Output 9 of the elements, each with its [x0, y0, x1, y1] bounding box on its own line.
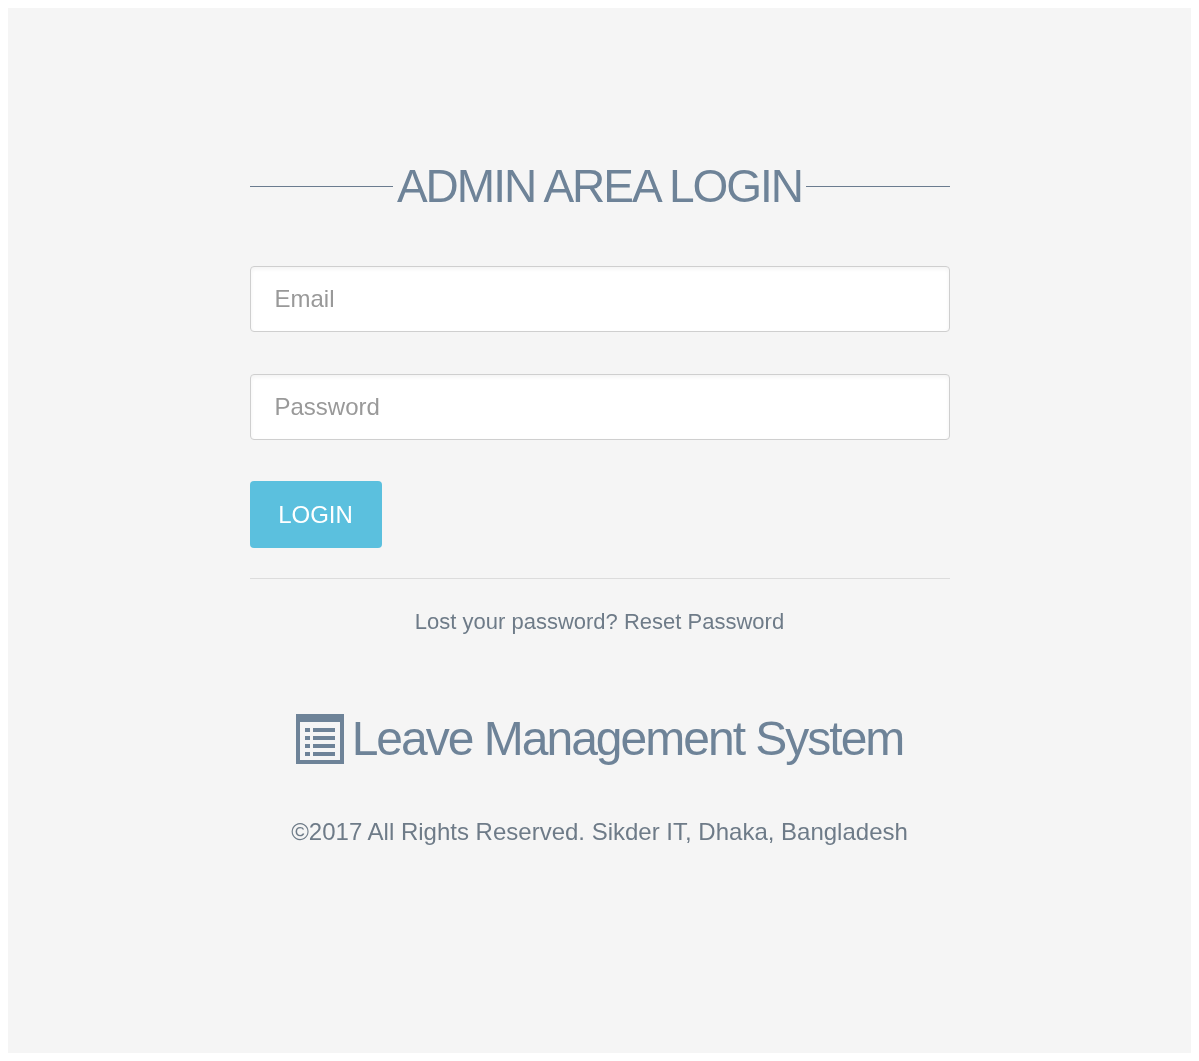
email-field[interactable]: Email — [249, 266, 950, 332]
brand-name: Leave Management System — [351, 715, 904, 763]
password-field[interactable]: Password — [249, 374, 950, 440]
copyright-text: ©2017 All Rights Reserved. Sikder IT, Dhaka, Bangladesh — [290, 817, 909, 847]
reset-password-link[interactable]: Reset Password — [623, 609, 785, 634]
password-reset-text: Lost your password? Reset Password — [413, 608, 786, 636]
list-icon — [295, 714, 344, 764]
page-title: ADMIN AREA LOGIN — [395, 163, 804, 209]
login-button[interactable]: LOGIN — [249, 481, 382, 548]
